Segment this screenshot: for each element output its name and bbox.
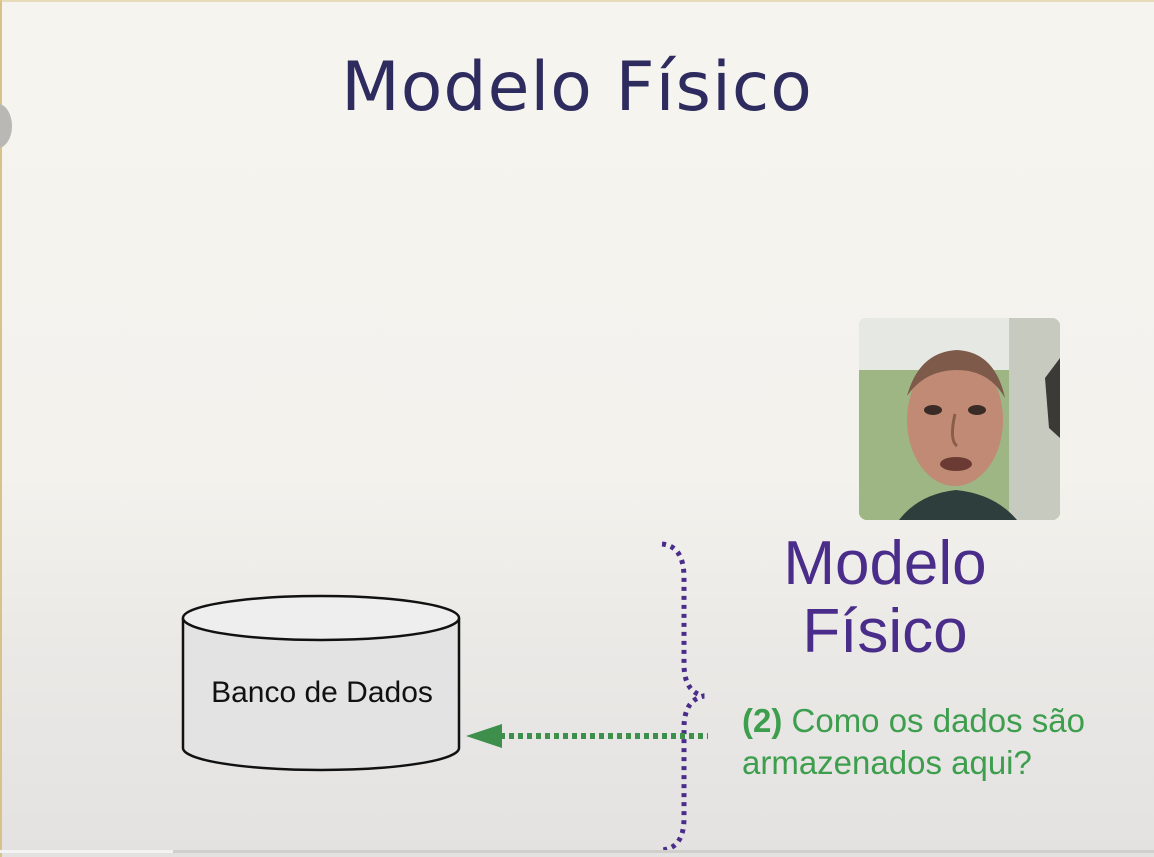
model-label-line2: Físico xyxy=(802,597,968,666)
video-progress-bar[interactable] xyxy=(0,850,1154,853)
question-text: (2) Como os dados são armazenados aqui? xyxy=(742,700,1152,784)
frame-edge-top xyxy=(0,0,1154,2)
video-progress-fill xyxy=(0,850,174,853)
model-label-line1: Modelo xyxy=(783,529,987,598)
question-number: (2) xyxy=(742,702,783,739)
presenter-image xyxy=(859,318,1060,520)
model-label: Modelo Físico xyxy=(740,530,1030,666)
database-label: Banco de Dados xyxy=(211,676,433,709)
dotted-arrow-icon xyxy=(466,724,708,748)
curly-brace-icon xyxy=(661,541,705,853)
slide-title: Modelo Físico xyxy=(341,48,813,127)
presenter-webcam xyxy=(859,318,1060,520)
question-body: Como os dados são armazenados aqui? xyxy=(742,702,1086,781)
